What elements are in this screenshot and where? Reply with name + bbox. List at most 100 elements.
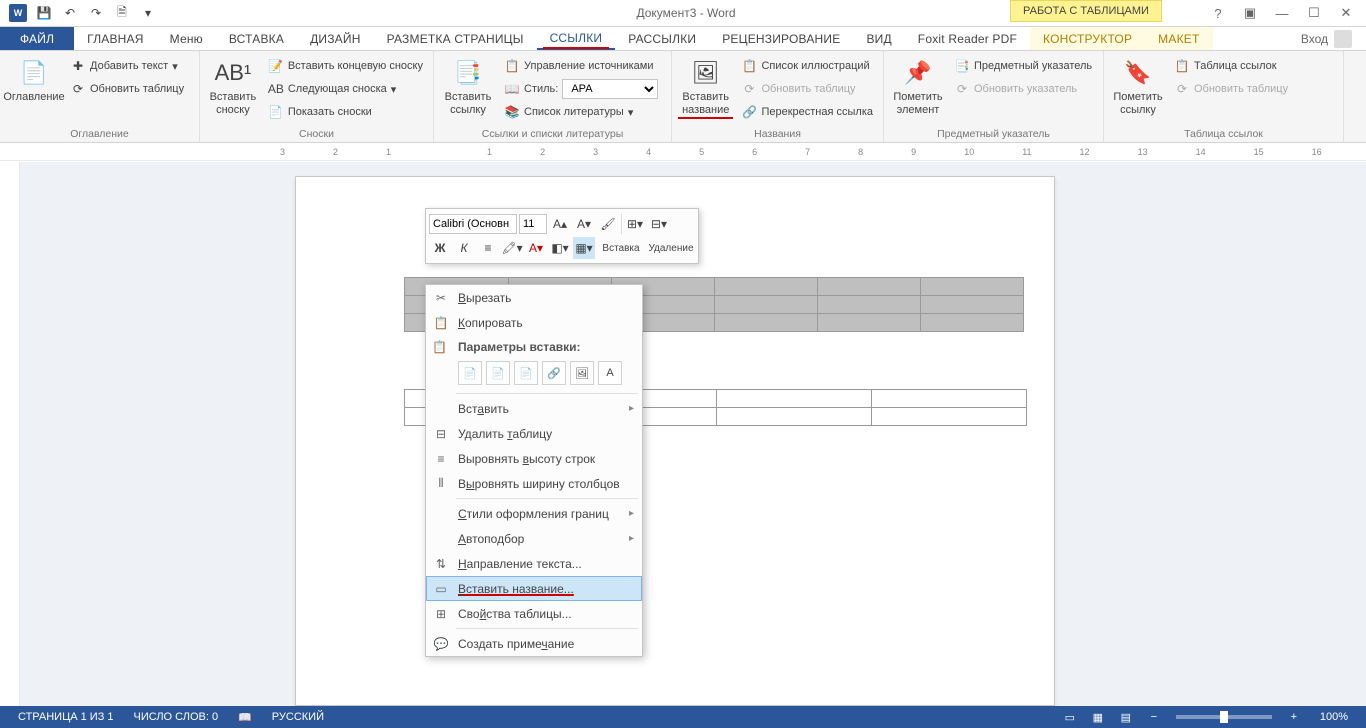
tab-view[interactable]: ВИД [853, 27, 904, 50]
paste-opt-5[interactable]: 🖼 [570, 361, 594, 385]
group-citations: 📑 Вставить ссылку 📋Управление источникам… [434, 51, 672, 142]
cm-border-styles[interactable]: Стили оформления границ▸ [426, 501, 642, 526]
cm-table-properties[interactable]: ⊞Свойства таблицы... [426, 601, 642, 626]
insert-index-button[interactable]: 📑Предметный указатель [950, 55, 1096, 77]
show-notes-button[interactable]: 📄Показать сноски [264, 101, 427, 123]
cm-paste-header: 📋Параметры вставки: [426, 335, 642, 359]
insert-toa-button[interactable]: 📋Таблица ссылок [1170, 55, 1292, 77]
cm-new-comment[interactable]: 💬Создать примечание [426, 631, 642, 656]
user-icon [1334, 30, 1352, 48]
bold-icon[interactable]: Ж [429, 237, 451, 259]
paste-opt-4[interactable]: 🔗 [542, 361, 566, 385]
next-footnote-button[interactable]: ABСледующая сноска ▾ [264, 78, 427, 100]
text-direction-icon: ⇅ [432, 555, 450, 573]
cross-reference-button[interactable]: 🔗Перекрестная ссылка [737, 101, 877, 123]
update-toc-button[interactable]: ⟳Обновить таблицу [66, 78, 188, 100]
redo-icon[interactable]: ↷ [84, 2, 108, 24]
cm-text-direction[interactable]: ⇅Направление текста... [426, 551, 642, 576]
manage-sources-button[interactable]: 📋Управление источниками [500, 55, 662, 77]
paste-opt-2[interactable]: 📄 [486, 361, 510, 385]
qat-more-icon[interactable]: ▾ [136, 2, 160, 24]
table-props-icon: ⊞ [432, 605, 450, 623]
tab-insert[interactable]: ВСТАВКА [216, 27, 297, 50]
status-spellcheck-icon[interactable]: 📖 [228, 711, 262, 724]
status-page[interactable]: СТРАНИЦА 1 ИЗ 1 [8, 711, 124, 723]
group-captions: 🖼 Вставить название 📋Список иллюстраций … [672, 51, 884, 142]
cm-insert[interactable]: Вставить▸ [426, 396, 642, 421]
group-toa: 🔖 Пометить ссылку 📋Таблица ссылок ⟳Обнов… [1104, 51, 1344, 142]
tab-file[interactable]: ФАЙЛ [0, 27, 74, 50]
app-icon[interactable]: W [6, 2, 30, 24]
update-captions-button[interactable]: ⟳Обновить таблицу [737, 78, 877, 100]
font-color-icon[interactable]: A▾ [525, 237, 547, 259]
maximize-icon[interactable]: ☐ [1302, 2, 1326, 24]
copy-icon: 📋 [432, 314, 450, 332]
tab-foxit[interactable]: Foxit Reader PDF [905, 27, 1030, 50]
format-painter-icon[interactable]: 🖌 [597, 213, 619, 235]
update-index-button[interactable]: ⟳Обновить указатель [950, 78, 1096, 100]
borders-icon[interactable]: ▦▾ [573, 237, 595, 259]
cm-insert-caption[interactable]: ▭Вставить название... [426, 576, 642, 601]
cm-delete-table[interactable]: ⊟Удалить таблицу [426, 421, 642, 446]
style-select[interactable]: APA [562, 79, 658, 99]
undo-icon[interactable]: ↶ [58, 2, 82, 24]
new-doc-icon[interactable]: 🗎 [110, 2, 134, 24]
cm-copy[interactable]: 📋Копировать [426, 310, 642, 335]
horizontal-ruler[interactable]: 3211234567891011121314151617 [0, 143, 1366, 161]
tab-constructor[interactable]: КОНСТРУКТОР [1030, 27, 1145, 50]
footnote-icon: AB¹ [217, 57, 249, 89]
bibliography-icon: 📚 [504, 104, 520, 120]
bibliography-button[interactable]: 📚Список литературы ▾ [500, 101, 662, 123]
align-icon[interactable]: ≡ [477, 237, 499, 259]
italic-icon[interactable]: К [453, 237, 475, 259]
view-read-icon[interactable]: ▭ [1058, 708, 1082, 726]
shading-icon[interactable]: ◧▾ [549, 237, 571, 259]
save-icon[interactable]: 💾 [32, 2, 56, 24]
shrink-font-icon[interactable]: A▾ [573, 213, 595, 235]
update-toa-button[interactable]: ⟳Обновить таблицу [1170, 78, 1292, 100]
font-combo[interactable] [429, 214, 517, 234]
cm-dist-rows[interactable]: ≡Выровнять высоту строк [426, 446, 642, 471]
help-icon[interactable]: ? [1206, 2, 1230, 24]
status-words[interactable]: ЧИСЛО СЛОВ: 0 [124, 711, 229, 723]
tab-menu[interactable]: Меню [157, 27, 216, 50]
close-icon[interactable]: ✕ [1334, 2, 1358, 24]
login-button[interactable]: Вход [1287, 27, 1366, 50]
font-size-combo[interactable] [519, 214, 547, 234]
tab-review[interactable]: РЕЦЕНЗИРОВАНИЕ [709, 27, 853, 50]
minimize-icon[interactable]: — [1270, 2, 1294, 24]
table-tools-label: РАБОТА С ТАБЛИЦАМИ [1010, 0, 1162, 22]
tab-home[interactable]: ГЛАВНАЯ [74, 27, 156, 50]
tab-design[interactable]: ДИЗАЙН [297, 27, 374, 50]
highlight-icon[interactable]: 🖍▾ [501, 237, 523, 259]
insert-table-icon[interactable]: ⊞▾ [624, 213, 646, 235]
style-icon: 📖 [504, 81, 520, 97]
zoom-level[interactable]: 100% [1310, 711, 1358, 723]
update-captions-icon: ⟳ [741, 81, 757, 97]
zoom-slider[interactable] [1176, 715, 1272, 719]
insert-endnote-button[interactable]: 📝Вставить концевую сноску [264, 55, 427, 77]
paste-opt-1[interactable]: 📄 [458, 361, 482, 385]
zoom-in-icon[interactable]: + [1282, 708, 1306, 726]
cm-dist-cols[interactable]: ⦀Выровнять ширину столбцов [426, 471, 642, 496]
add-text-button[interactable]: ✚Добавить текст ▾ [66, 55, 188, 77]
cm-autofit[interactable]: Автоподбор▸ [426, 526, 642, 551]
zoom-out-icon[interactable]: − [1142, 708, 1166, 726]
paste-opt-6[interactable]: A [598, 361, 622, 385]
cm-cut[interactable]: ✂Вырезать [426, 285, 642, 310]
title-bar: W 💾 ↶ ↷ 🗎 ▾ Документ3 - Word РАБОТА С ТА… [0, 0, 1366, 27]
tab-mailings[interactable]: РАССЫЛКИ [615, 27, 709, 50]
ribbon-options-icon[interactable]: ▣ [1238, 2, 1262, 24]
delete-table-icon[interactable]: ⊟▾ [648, 213, 670, 235]
group-footnotes: AB¹ Вставить сноску 📝Вставить концевую с… [200, 51, 434, 142]
tab-table-layout[interactable]: МАКЕТ [1145, 27, 1212, 50]
view-web-icon[interactable]: ▤ [1114, 708, 1138, 726]
grow-font-icon[interactable]: A▴ [549, 213, 571, 235]
list-figures-button[interactable]: 📋Список иллюстраций [737, 55, 877, 77]
paste-opt-3[interactable]: 📄 [514, 361, 538, 385]
tab-references[interactable]: ССЫЛКИ [537, 27, 616, 50]
tab-layout[interactable]: РАЗМЕТКА СТРАНИЦЫ [374, 27, 537, 50]
status-language[interactable]: РУССКИЙ [262, 711, 334, 723]
view-print-icon[interactable]: ▦ [1086, 708, 1110, 726]
vertical-ruler[interactable] [0, 162, 20, 706]
